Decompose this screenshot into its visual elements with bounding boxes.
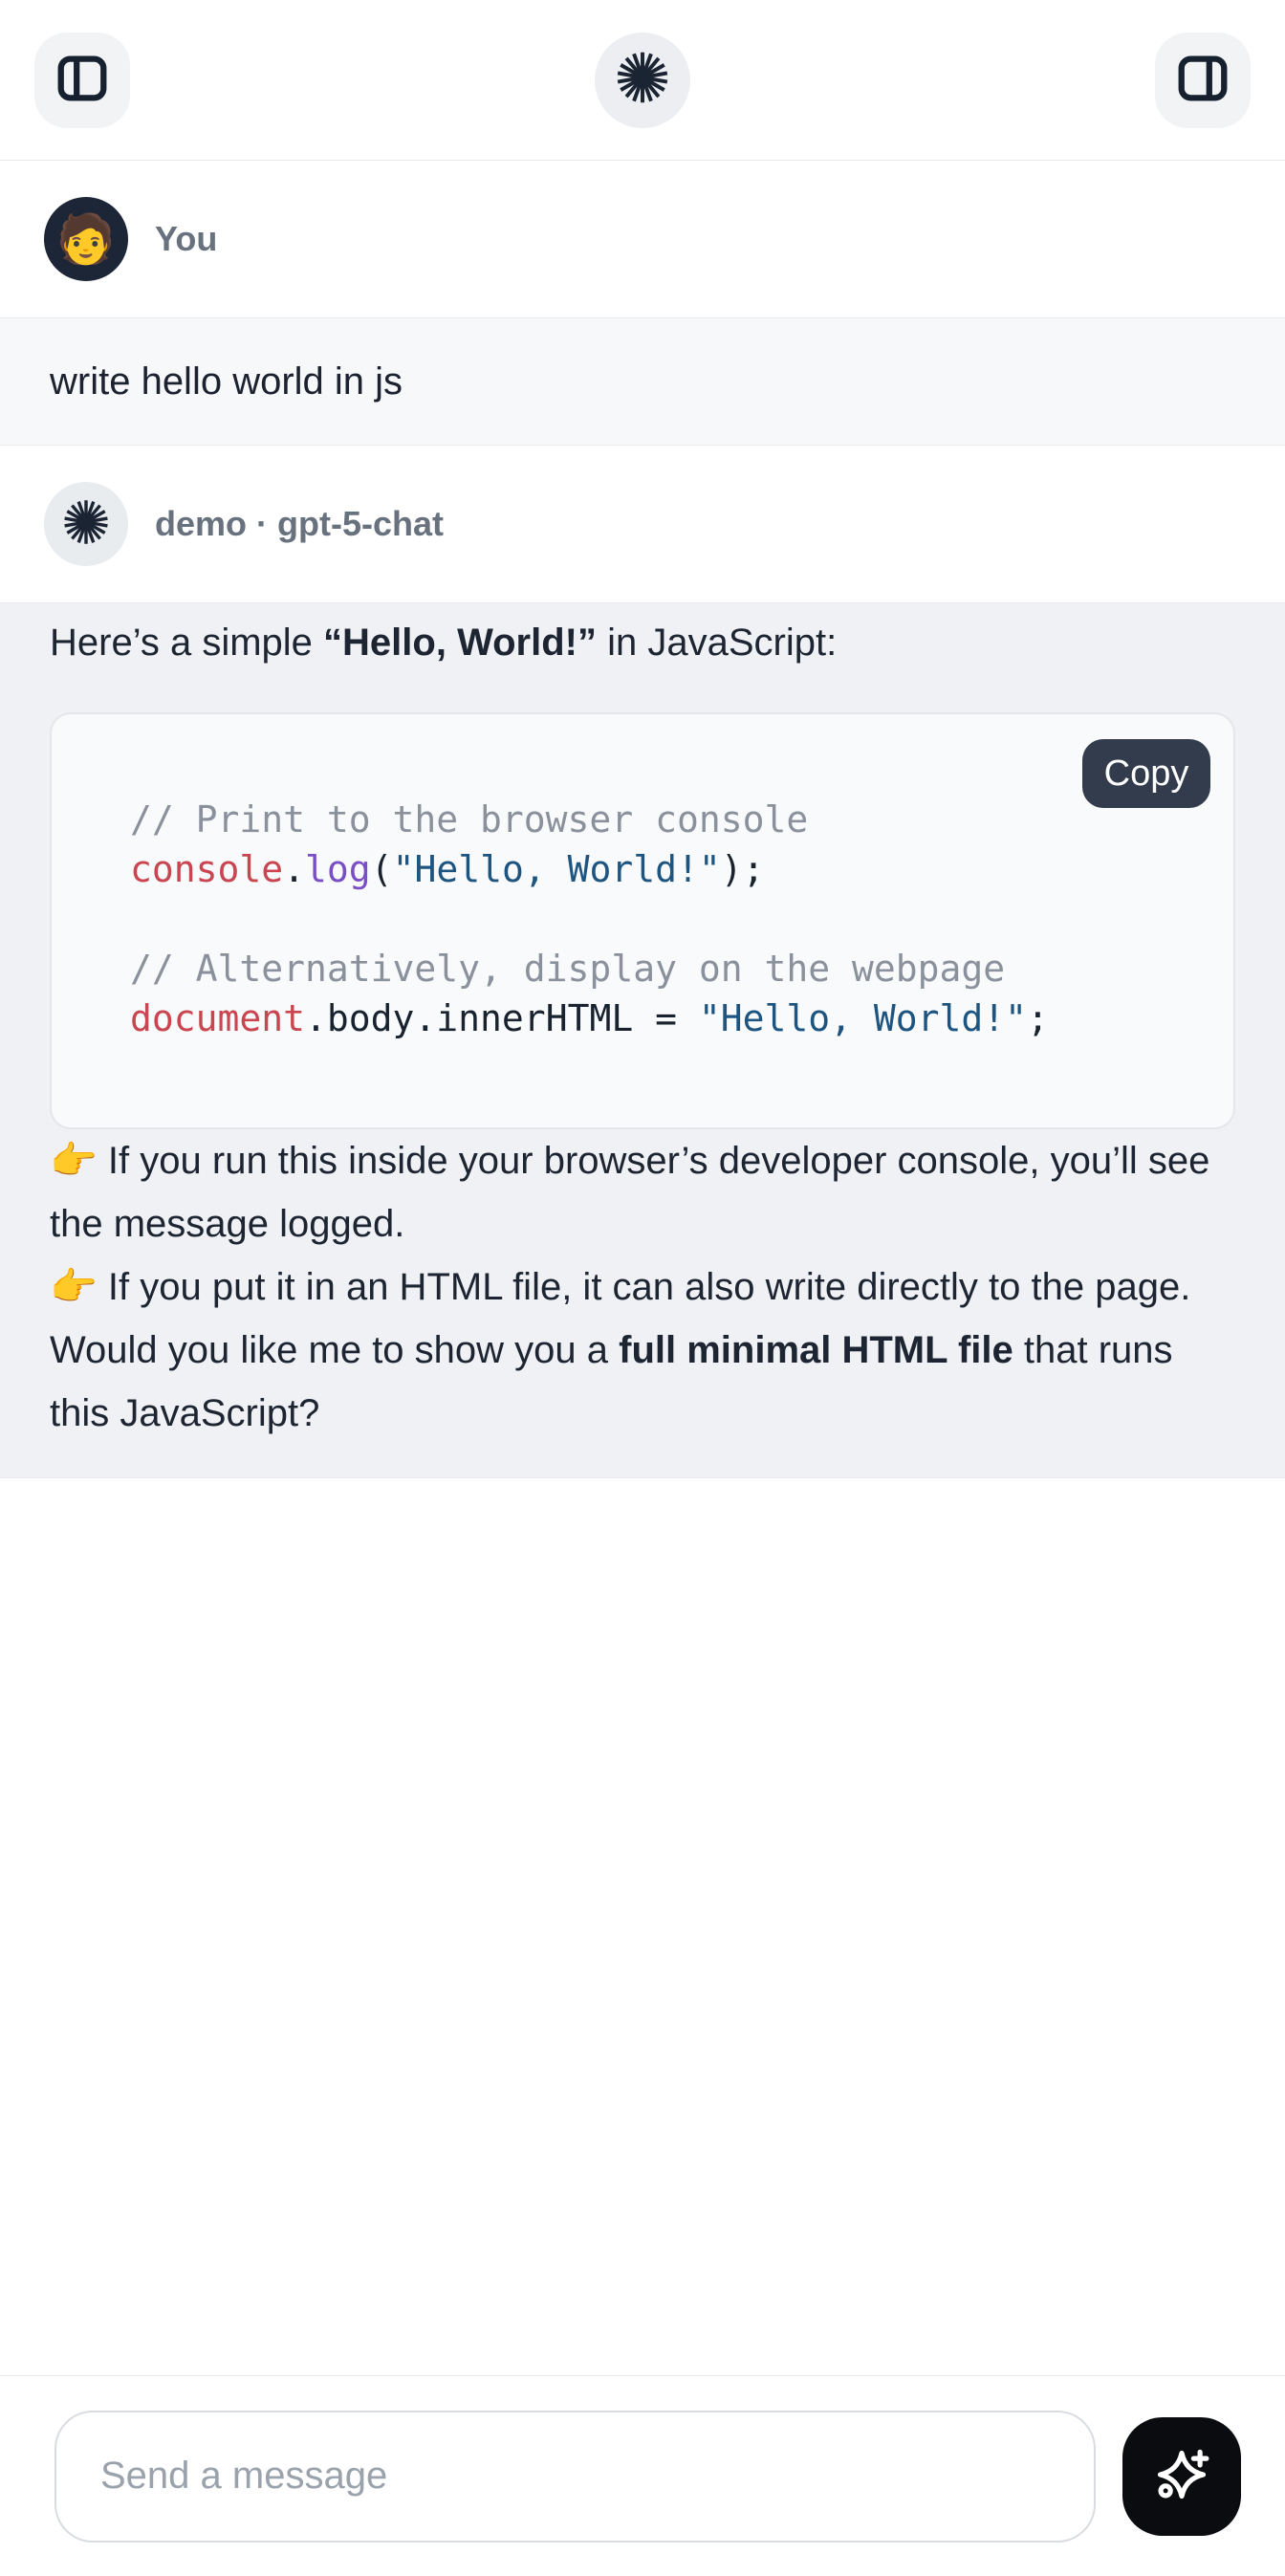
user-message-header: 🧑 You	[0, 161, 1285, 317]
code-token: // Alternatively, display on the webpage	[130, 948, 1005, 990]
code-line: // Alternatively, display on the webpage	[130, 944, 1205, 993]
tip-text: If you put it in an HTML file, it can al…	[98, 1266, 1191, 1308]
sidebar-toggle-button[interactable]	[34, 33, 130, 128]
assistant-tips-paragraph: 👉 If you run this inside your browser’s …	[50, 1129, 1235, 1319]
pointing-finger-emoji: 👉	[50, 1140, 98, 1182]
code-token: console	[130, 848, 283, 890]
code-token: );	[721, 848, 765, 890]
code-line: console.log("Hello, World!");	[130, 844, 1205, 894]
starburst-icon	[61, 497, 111, 552]
empty-chat-space	[0, 1478, 1285, 2375]
assistant-avatar	[44, 482, 128, 566]
intro-text-post: in JavaScript:	[597, 622, 837, 664]
code-line: document.body.innerHTML = "Hello, World!…	[130, 993, 1205, 1043]
composer-bar	[0, 2375, 1285, 2576]
code-line	[130, 894, 1205, 944]
code-token: (	[371, 848, 393, 890]
person-emoji: 🧑	[56, 215, 116, 263]
code-token: document	[130, 997, 305, 1039]
tip-line: 👉 If you put it in an HTML file, it can …	[50, 1255, 1235, 1319]
panel-right-icon	[1173, 49, 1232, 111]
assistant-followup-paragraph: Would you like me to show you a full min…	[50, 1319, 1235, 1445]
code-token: .	[283, 848, 305, 890]
send-button[interactable]	[1122, 2417, 1241, 2536]
user-avatar: 🧑	[44, 197, 128, 281]
code-token: log	[305, 848, 371, 890]
pointing-finger-emoji: 👉	[50, 1266, 98, 1308]
code-content: // Print to the browser consoleconsole.l…	[52, 714, 1233, 1127]
code-token: "Hello, World!"	[699, 997, 1027, 1039]
code-token: ;	[1027, 997, 1049, 1039]
user-author-label: You	[155, 219, 217, 259]
starburst-icon	[614, 49, 671, 111]
assistant-author-label: demo · gpt-5-chat	[155, 504, 444, 544]
panel-left-icon	[53, 49, 112, 111]
tip-line: 👉 If you run this inside your browser’s …	[50, 1129, 1235, 1255]
followup-text: Would you like me to show you a	[50, 1329, 619, 1371]
right-panel-toggle-button[interactable]	[1155, 33, 1251, 128]
assistant-intro-paragraph: Here’s a simple “Hello, World!” in JavaS…	[50, 611, 1235, 674]
assistant-message-header: demo · gpt-5-chat	[0, 446, 1285, 602]
top-bar	[0, 0, 1285, 161]
code-line: // Print to the browser console	[130, 795, 1205, 844]
message-input[interactable]	[54, 2411, 1096, 2543]
intro-bold-text: “Hello, World!”	[323, 622, 597, 664]
user-message-text: write hello world in js	[50, 360, 403, 403]
tip-text: If you run this inside your browser’s de…	[50, 1140, 1209, 1245]
app-badge	[595, 33, 690, 128]
sparkle-icon	[1147, 2440, 1216, 2512]
intro-text: Here’s a simple	[50, 622, 323, 664]
copy-button[interactable]: Copy	[1082, 739, 1210, 808]
code-token: // Print to the browser console	[130, 798, 808, 840]
followup-bold-text: full minimal HTML file	[619, 1329, 1013, 1371]
code-token: .body.innerHTML =	[305, 997, 699, 1039]
user-message: write hello world in js	[0, 317, 1285, 446]
code-block: Copy // Print to the browser consolecons…	[50, 712, 1235, 1129]
code-token: "Hello, World!"	[393, 848, 721, 890]
assistant-message: Here’s a simple “Hello, World!” in JavaS…	[0, 602, 1285, 1478]
